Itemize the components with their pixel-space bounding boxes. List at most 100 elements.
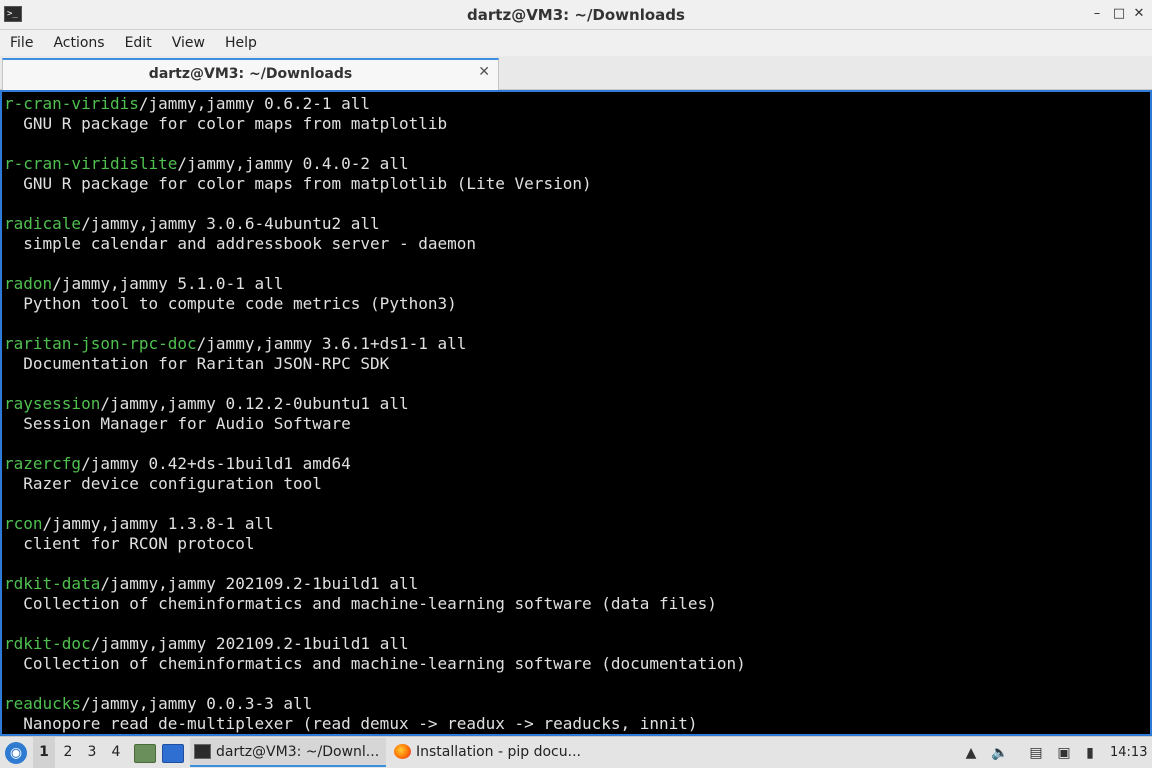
terminal-line: r-cran-viridis/jammy,jammy 0.6.2-1 all	[4, 94, 1146, 114]
package-version: /jammy,jammy 0.6.2-1 all	[138, 94, 371, 113]
package-description: Documentation for Raritan JSON-RPC SDK	[4, 354, 390, 373]
window-title: dartz@VM3: ~/Downloads	[467, 6, 685, 24]
package-name: razercfg	[4, 454, 82, 473]
package-description: Python tool to compute code metrics (Pyt…	[4, 294, 457, 313]
task-firefox[interactable]: Installation - pip docu...	[390, 738, 590, 767]
package-version: /jammy,jammy 0.0.3-3 all	[81, 694, 313, 713]
taskbar: ◉ 1 2 3 4 dartz@VM3: ~/Downl... Installa…	[0, 736, 1152, 768]
start-menu-icon[interactable]: ◉	[5, 742, 27, 764]
task-terminal-label: dartz@VM3: ~/Downl...	[216, 744, 380, 760]
package-version: /jammy,jammy 202109.2-1build1 all	[100, 574, 419, 593]
tab-downloads[interactable]: dartz@VM3: ~/Downloads ✕	[2, 58, 499, 90]
terminal-line: r-cran-viridislite/jammy,jammy 0.4.0-2 a…	[4, 154, 1146, 174]
package-name: radicale	[4, 214, 82, 233]
package-version: /jammy,jammy 0.12.2-0ubuntu1 all	[100, 394, 409, 413]
firefox-icon	[394, 744, 411, 759]
package-name: raritan-json-rpc-doc	[4, 334, 197, 353]
terminal-line: readucks/jammy,jammy 0.0.3-3 all	[4, 694, 1146, 714]
battery-icon[interactable]: ▮	[1082, 745, 1098, 761]
package-name: r-cran-viridislite	[4, 154, 178, 173]
workspace-3[interactable]: 3	[81, 737, 103, 768]
package-description: Collection of cheminformatics and machin…	[4, 594, 717, 613]
task-firefox-label: Installation - pip docu...	[416, 744, 581, 760]
terminal-line: Session Manager for Audio Software	[4, 414, 1146, 434]
package-name: readucks	[4, 694, 82, 713]
maximize-button[interactable]: □	[1110, 5, 1128, 23]
terminal-line: Collection of cheminformatics and machin…	[4, 594, 1146, 614]
terminal-line: simple calendar and addressbook server -…	[4, 234, 1146, 254]
terminal-line: rcon/jammy,jammy 1.3.8-1 all	[4, 514, 1146, 534]
terminal-line: Razer device configuration tool	[4, 474, 1146, 494]
package-version: /jammy,jammy 3.0.6-4ubuntu2 all	[81, 214, 380, 233]
package-name: r-cran-viridis	[4, 94, 139, 113]
terminal-line: rdkit-doc/jammy,jammy 202109.2-1build1 a…	[4, 634, 1146, 654]
package-description: GNU R package for color maps from matplo…	[4, 174, 592, 193]
package-name: raysession	[4, 394, 101, 413]
upload-arrow-icon[interactable]: ▲	[963, 745, 979, 761]
window-titlebar: >_ dartz@VM3: ~/Downloads – □ ✕	[0, 0, 1152, 30]
terminal-line: Nanopore read de-multiplexer (read demux…	[4, 714, 1146, 734]
terminal-line: GNU R package for color maps from matplo…	[4, 174, 1146, 194]
network-icon[interactable]: ▣	[1056, 745, 1072, 761]
file-manager-launcher-icon[interactable]	[134, 744, 156, 763]
package-version: /jammy,jammy 5.1.0-1 all	[52, 274, 284, 293]
package-version: /jammy,jammy 1.3.8-1 all	[42, 514, 274, 533]
terminal-line: raysession/jammy,jammy 0.12.2-0ubuntu1 a…	[4, 394, 1146, 414]
workspace-4[interactable]: 4	[105, 737, 127, 768]
menu-help[interactable]: Help	[215, 30, 267, 56]
show-desktop-icon[interactable]	[162, 744, 184, 763]
terminal-line: radon/jammy,jammy 5.1.0-1 all	[4, 274, 1146, 294]
terminal-icon	[194, 744, 211, 759]
package-name: rdkit-doc	[4, 634, 91, 653]
close-button[interactable]: ✕	[1130, 5, 1148, 23]
menu-edit[interactable]: Edit	[115, 30, 162, 56]
tab-bar: dartz@VM3: ~/Downloads ✕	[0, 56, 1152, 90]
terminal-line: GNU R package for color maps from matplo…	[4, 114, 1146, 134]
tab-label: dartz@VM3: ~/Downloads	[148, 66, 353, 82]
tab-close-icon[interactable]: ✕	[478, 64, 490, 80]
task-terminal[interactable]: dartz@VM3: ~/Downl...	[190, 738, 386, 767]
package-description: GNU R package for color maps from matplo…	[4, 114, 448, 133]
menu-bar: File Actions Edit View Help	[0, 30, 1152, 56]
package-description: Collection of cheminformatics and machin…	[4, 654, 746, 673]
package-description: client for RCON protocol	[4, 534, 255, 553]
package-version: /jammy,jammy 202109.2-1build1 all	[90, 634, 409, 653]
terminal-line: raritan-json-rpc-doc/jammy,jammy 3.6.1+d…	[4, 334, 1146, 354]
package-description: simple calendar and addressbook server -…	[4, 234, 477, 253]
clipboard-icon[interactable]: ▤	[1028, 745, 1044, 761]
minimize-button[interactable]: –	[1088, 5, 1106, 23]
menu-view[interactable]: View	[162, 30, 215, 56]
terminal-line: client for RCON protocol	[4, 534, 1146, 554]
terminal-output[interactable]: r-cran-viridis/jammy,jammy 0.6.2-1 all G…	[0, 90, 1152, 736]
package-version: /jammy,jammy 0.4.0-2 all	[177, 154, 409, 173]
workspace-1[interactable]: 1	[33, 737, 55, 768]
package-description: Razer device configuration tool	[4, 474, 322, 493]
package-version: /jammy 0.42+ds-1build1 amd64	[81, 454, 351, 473]
terminal-lines: r-cran-viridis/jammy,jammy 0.6.2-1 all G…	[4, 94, 1146, 734]
terminal-line: razercfg/jammy 0.42+ds-1build1 amd64	[4, 454, 1146, 474]
menu-actions[interactable]: Actions	[43, 30, 114, 56]
package-description: Session Manager for Audio Software	[4, 414, 351, 433]
terminal-line: Documentation for Raritan JSON-RPC SDK	[4, 354, 1146, 374]
terminal-line: rdkit-data/jammy,jammy 202109.2-1build1 …	[4, 574, 1146, 594]
workspace-2[interactable]: 2	[57, 737, 79, 768]
volume-icon[interactable]: 🔈	[991, 745, 1008, 761]
terminal-line: Collection of cheminformatics and machin…	[4, 654, 1146, 674]
clock[interactable]: 14:13	[1110, 737, 1147, 768]
package-name: radon	[4, 274, 53, 293]
package-name: rcon	[4, 514, 43, 533]
terminal-line: radicale/jammy,jammy 3.0.6-4ubuntu2 all	[4, 214, 1146, 234]
package-version: /jammy,jammy 3.6.1+ds1-1 all	[196, 334, 467, 353]
menu-file[interactable]: File	[0, 30, 43, 56]
package-name: rdkit-data	[4, 574, 101, 593]
